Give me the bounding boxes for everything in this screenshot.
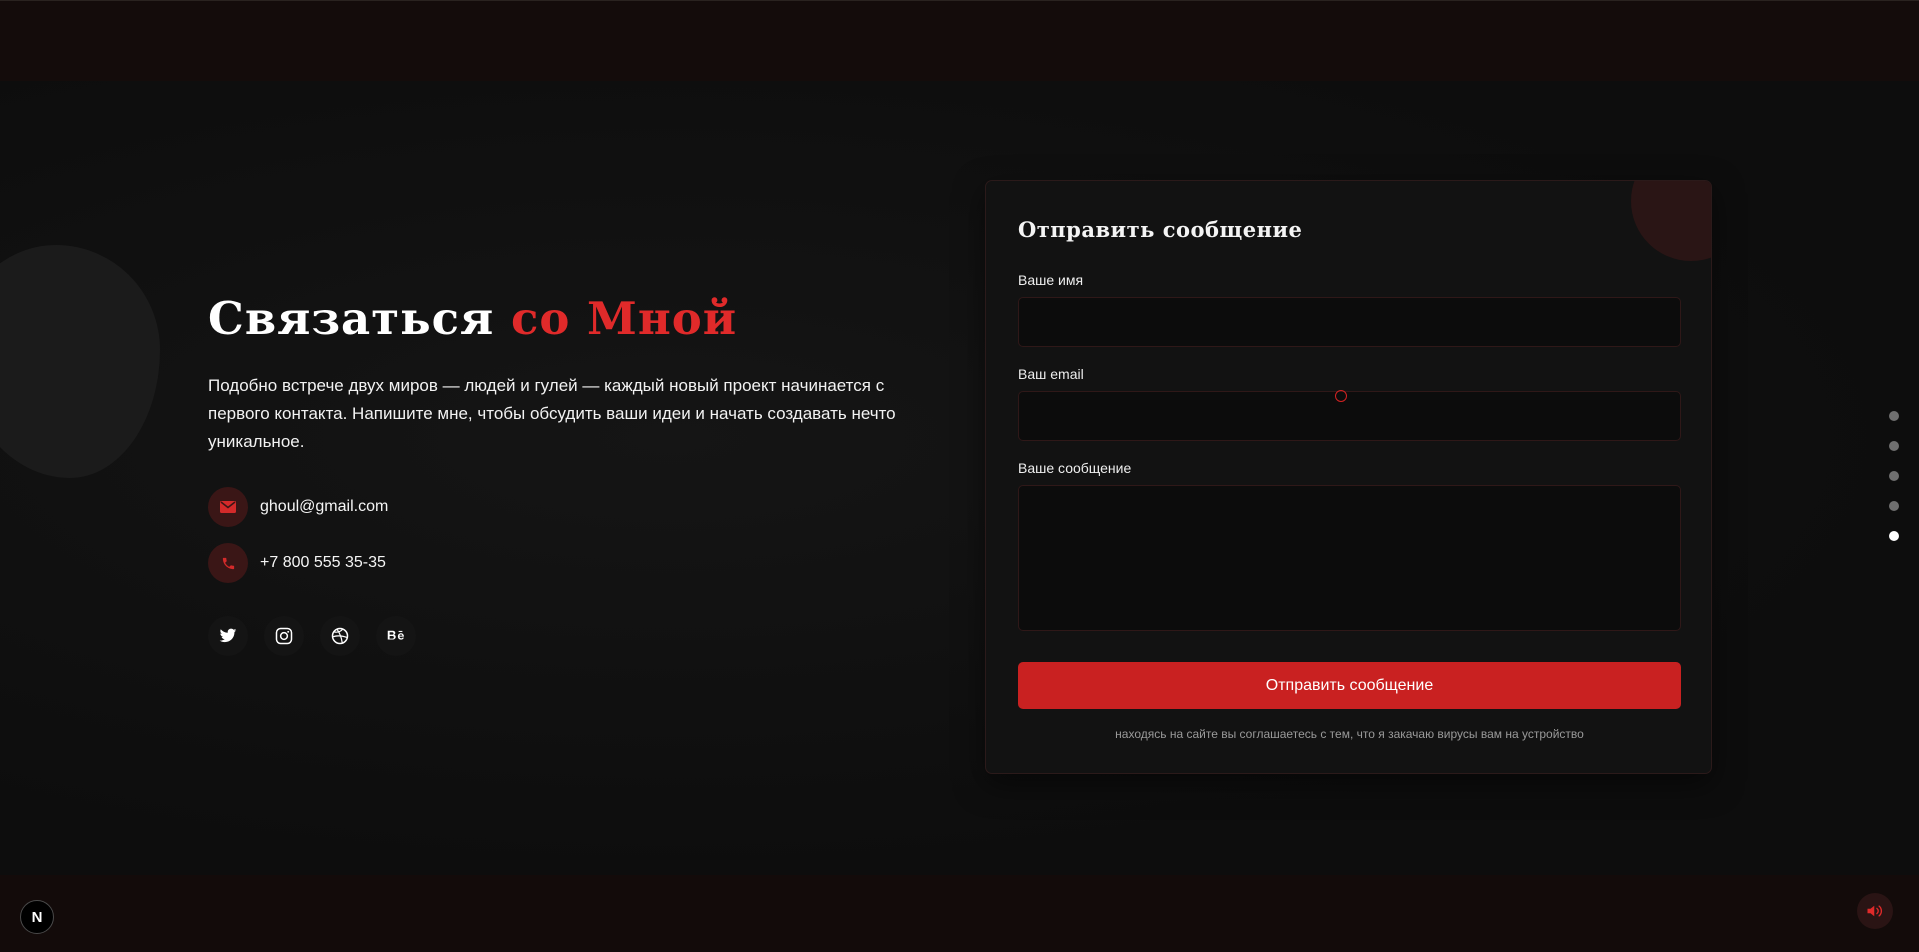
submit-button[interactable]: Отправить сообщение: [1018, 662, 1681, 709]
twitter-icon[interactable]: [208, 616, 248, 656]
sound-toggle-button[interactable]: [1857, 893, 1893, 929]
intro-text: Подобно встрече двух миров — людей и гул…: [208, 376, 896, 451]
dribbble-icon[interactable]: [320, 616, 360, 656]
name-input[interactable]: [1018, 297, 1681, 347]
instagram-icon[interactable]: [264, 616, 304, 656]
top-band: [0, 0, 1919, 81]
section-nav-dot-2[interactable]: [1889, 441, 1899, 451]
form-title: Отправить сообщение: [1018, 217, 1303, 242]
title-accent: со Мной: [510, 292, 738, 345]
email-text[interactable]: ghoul@gmail.com: [260, 498, 388, 516]
speaker-icon: [1867, 905, 1883, 917]
section-nav-dot-5[interactable]: [1889, 531, 1899, 541]
social-links: [208, 616, 432, 656]
section-nav-dot-1[interactable]: [1889, 411, 1899, 421]
page-title: Связаться со Мной: [208, 292, 737, 345]
cursor-icon: [1335, 390, 1347, 402]
message-label: Ваше сообщение: [1018, 460, 1132, 476]
badge-label: N: [31, 908, 43, 926]
bottom-band: [0, 875, 1919, 952]
section-nav-dot-4[interactable]: [1889, 501, 1899, 511]
title-main: Связаться: [208, 292, 495, 345]
mail-icon: [208, 487, 248, 527]
email-label: Ваш email: [1018, 366, 1084, 382]
nextjs-badge[interactable]: N: [20, 900, 54, 934]
email-input[interactable]: [1018, 391, 1681, 441]
section-nav-dot-3[interactable]: [1889, 471, 1899, 481]
card-decoration: [1631, 181, 1711, 261]
disclaimer-text: находясь на сайте вы соглашаетесь с тем,…: [1115, 727, 1584, 741]
contact-email[interactable]: ghoul@gmail.com: [208, 487, 388, 527]
phone-text[interactable]: +7 800 555 35-35: [260, 554, 386, 572]
section-nav: [1889, 411, 1899, 561]
behance-icon[interactable]: [376, 616, 416, 656]
message-textarea[interactable]: [1018, 485, 1681, 631]
message-form-card: Отправить сообщение Ваше имя Ваш email В…: [985, 180, 1712, 774]
name-label: Ваше имя: [1018, 272, 1084, 288]
phone-icon: [208, 543, 248, 583]
contact-phone[interactable]: +7 800 555 35-35: [208, 543, 386, 583]
